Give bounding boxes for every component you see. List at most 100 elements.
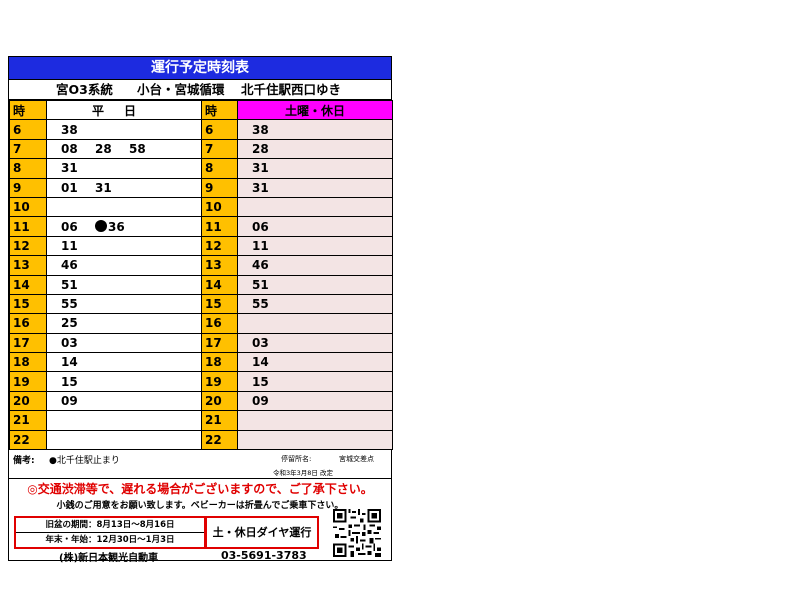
minute-value: 14 bbox=[252, 355, 269, 370]
weekend-minutes-cell: 09 bbox=[237, 390, 393, 412]
minute-value: 38 bbox=[252, 122, 269, 137]
weekday-minutes-cell bbox=[46, 429, 202, 451]
stop-name-label: 停留所名: bbox=[281, 455, 312, 464]
timetable-body: 6 38 6 38 7 08 28 58 7 28 8 31 8 31 9 01 31 9 31 10 10 11 06 36… bbox=[9, 119, 393, 451]
minute-value: 14 bbox=[61, 355, 78, 370]
weekend-minutes-cell bbox=[237, 196, 393, 218]
weekend-hour-cell: 13 bbox=[201, 255, 238, 276]
table-row: 12 11 12 11 bbox=[9, 235, 393, 257]
minute-value: 09 bbox=[252, 394, 269, 409]
minute-value: 51 bbox=[252, 277, 269, 292]
weekend-minutes-cell: 31 bbox=[237, 177, 393, 198]
weekend-minutes-cell: 06 bbox=[237, 216, 393, 237]
minute-value: 09 bbox=[61, 394, 78, 409]
weekend-minutes-cell: 14 bbox=[237, 352, 393, 373]
weekday-minutes-cell: 51 bbox=[46, 274, 202, 295]
minute-value: 46 bbox=[252, 258, 269, 273]
weekend-minutes-cell: 03 bbox=[237, 332, 393, 354]
weekend-minutes-cell: 15 bbox=[237, 371, 393, 392]
terminus-marker-icon bbox=[95, 219, 107, 232]
route-destination: 北千住駅西口ゆき bbox=[241, 82, 342, 97]
weekday-hour-cell: 8 bbox=[9, 158, 47, 179]
weekend-minutes-cell bbox=[237, 313, 393, 334]
weekend-minutes-cell: 46 bbox=[237, 255, 393, 276]
weekday-hour-cell: 7 bbox=[9, 138, 47, 160]
table-row: 16 25 16 bbox=[9, 313, 393, 334]
minute-value: 08 bbox=[61, 141, 78, 156]
weekend-minutes-cell: 38 bbox=[237, 119, 393, 140]
weekday-minutes-cell: 08 28 58 bbox=[46, 138, 202, 160]
revision-date: 令和3年3月8日 改定 bbox=[273, 469, 333, 478]
newyear-period: 年末・年始：12月30日～1月3日 bbox=[45, 535, 175, 545]
minute-value: 58 bbox=[129, 141, 146, 156]
notes-text: ●北千住駅止まり bbox=[49, 456, 120, 467]
notes-label: 備考: bbox=[13, 456, 35, 467]
weekend-hour-cell: 7 bbox=[201, 138, 238, 160]
table-row: 8 31 8 31 bbox=[9, 158, 393, 179]
minute-value: 28 bbox=[252, 141, 269, 156]
minute-value: 38 bbox=[61, 122, 78, 137]
table-row: 14 51 14 51 bbox=[9, 274, 393, 295]
weekday-hour-cell: 10 bbox=[9, 196, 47, 218]
route-system: 宮O3系統 bbox=[56, 82, 113, 97]
weekend-minutes-cell: 28 bbox=[237, 138, 393, 160]
weekend-hour-cell: 8 bbox=[201, 158, 238, 179]
weekday-hour-cell: 20 bbox=[9, 390, 47, 412]
minute-value: 03 bbox=[61, 335, 78, 350]
table-row: 18 14 18 14 bbox=[9, 352, 393, 373]
footer: 旧盆の期間：8月13日～8月16日 年末・年始：12月30日～1月3日 土・休日… bbox=[9, 509, 391, 564]
weekday-minutes-cell: 09 bbox=[46, 390, 202, 412]
weekday-hour-cell: 17 bbox=[9, 332, 47, 354]
weekend-header: 土曜・休日 bbox=[237, 99, 393, 121]
table-header-row: 時 平日 時 土曜・休日 bbox=[9, 99, 393, 121]
weekday-hour-cell: 16 bbox=[9, 313, 47, 334]
weekend-hour-cell: 17 bbox=[201, 332, 238, 354]
minute-value: 31 bbox=[252, 180, 269, 195]
table-row: 21 21 bbox=[9, 410, 393, 431]
weekday-minutes-cell: 38 bbox=[46, 119, 202, 140]
weekday-hour-cell: 6 bbox=[9, 119, 47, 140]
weekday-minutes-cell: 55 bbox=[46, 293, 202, 315]
weekend-hour-cell: 16 bbox=[201, 313, 238, 334]
table-row: 6 38 6 38 bbox=[9, 119, 393, 140]
weekday-hour-cell: 12 bbox=[9, 235, 47, 257]
minute-value: 55 bbox=[252, 297, 269, 312]
weekday-minutes-cell: 46 bbox=[46, 255, 202, 276]
weekday-hour-cell: 11 bbox=[9, 216, 47, 237]
table-row: 7 08 28 58 7 28 bbox=[9, 138, 393, 160]
weekday-minutes-cell: 11 bbox=[46, 235, 202, 257]
weekend-hour-cell: 19 bbox=[201, 371, 238, 392]
terminus-minute: 36 bbox=[95, 219, 129, 234]
weekend-minutes-cell: 31 bbox=[237, 158, 393, 179]
table-row: 9 01 31 9 31 bbox=[9, 177, 393, 198]
minute-value: 55 bbox=[61, 297, 78, 312]
weekday-header: 平日 bbox=[46, 99, 202, 121]
phone-number: 03-5691-3783 bbox=[221, 549, 307, 562]
delay-warning: ◎交通渋滞等で、遅れる場合がございますので、ご了承下さい。 bbox=[27, 482, 373, 497]
weekday-hour-cell: 22 bbox=[9, 429, 47, 451]
table-row: 17 03 17 03 bbox=[9, 332, 393, 354]
minute-value: 36 bbox=[108, 219, 125, 234]
minute-value: 15 bbox=[252, 374, 269, 389]
weekend-hour-cell: 14 bbox=[201, 274, 238, 295]
route-via: 小台・宮城循環 bbox=[137, 82, 225, 97]
company-name: (株)新日本観光自動車 bbox=[59, 553, 159, 564]
weekend-hour-cell: 18 bbox=[201, 352, 238, 373]
minute-value: 11 bbox=[61, 238, 78, 253]
weekday-minutes-cell: 15 bbox=[46, 371, 202, 392]
weekend-minutes-cell: 55 bbox=[237, 293, 393, 315]
holiday-period-box: 旧盆の期間：8月13日～8月16日 年末・年始：12月30日～1月3日 bbox=[14, 516, 206, 549]
minute-value: 28 bbox=[95, 141, 112, 156]
weekday-minutes-cell: 01 31 bbox=[46, 177, 202, 198]
weekend-hour-cell: 12 bbox=[201, 235, 238, 257]
minute-value: 25 bbox=[61, 316, 78, 331]
weekday-hour-cell: 13 bbox=[9, 255, 47, 276]
table-row: 20 09 20 09 bbox=[9, 390, 393, 412]
timetable-title: 運行予定時刻表 bbox=[9, 57, 391, 80]
route-info: 宮O3系統 小台・宮城循環 北千住駅西口ゆき bbox=[9, 80, 391, 100]
weekday-minutes-cell bbox=[46, 196, 202, 218]
obon-period: 旧盆の期間：8月13日～8月16日 bbox=[16, 518, 204, 533]
notes-section: 備考: ●北千住駅止まり 停留所名: 宮城交差点 令和3年3月8日 改定 bbox=[9, 450, 391, 480]
timetable-grid: 時 平日 時 土曜・休日 6 38 6 38 7 08 28 58 7 28 8 31 8 31 9 01 31… bbox=[9, 99, 393, 451]
weekday-minutes-cell bbox=[46, 410, 202, 431]
